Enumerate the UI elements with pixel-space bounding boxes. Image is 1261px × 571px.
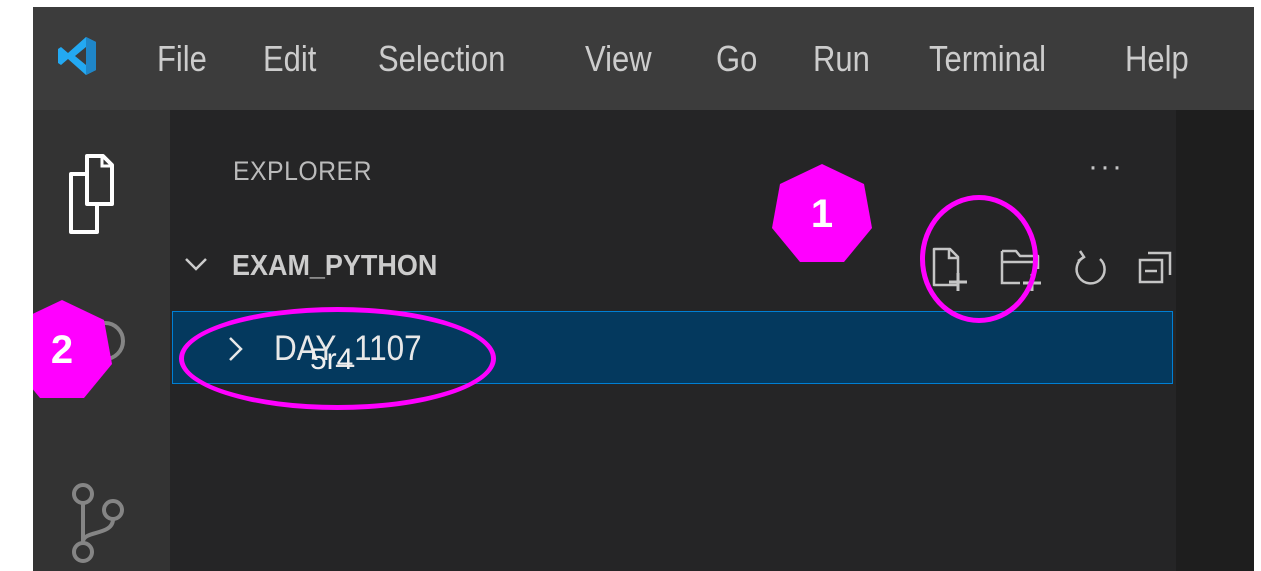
menu-help[interactable]: Help: [1125, 35, 1189, 83]
refresh-icon[interactable]: [1070, 247, 1110, 291]
menu-go[interactable]: Go: [716, 35, 757, 83]
callout-number: 1: [810, 192, 834, 236]
collapse-all-icon[interactable]: [1136, 247, 1176, 291]
menu-terminal[interactable]: Terminal: [929, 35, 1046, 83]
menu-edit[interactable]: Edit: [263, 35, 316, 83]
menu-selection[interactable]: Selection: [378, 35, 505, 83]
highlight-new-folder: [920, 195, 1038, 323]
menu-run[interactable]: Run: [813, 35, 870, 83]
menu-file[interactable]: File: [157, 35, 207, 83]
callout-badge-1: 1: [770, 162, 874, 266]
title-bar: File Edit Selection View Go Run Terminal…: [33, 7, 1254, 110]
explorer-icon[interactable]: [67, 152, 115, 238]
workspace-folder-header[interactable]: EXAM_PYTHON: [232, 248, 437, 284]
more-actions-icon[interactable]: ···: [1088, 152, 1124, 182]
source-control-icon[interactable]: [67, 480, 125, 568]
explorer-title: EXPLORER: [233, 156, 372, 186]
callout-badge-2: 2: [33, 298, 114, 402]
callout-number: 2: [50, 328, 74, 372]
chevron-down-icon[interactable]: [184, 252, 208, 276]
menu-view[interactable]: View: [585, 35, 652, 83]
vscode-logo-icon: [58, 37, 96, 75]
vscode-window: File Edit Selection View Go Run Terminal…: [33, 7, 1254, 571]
highlight-folder-row: [179, 307, 496, 410]
editor-area: [1176, 110, 1254, 571]
